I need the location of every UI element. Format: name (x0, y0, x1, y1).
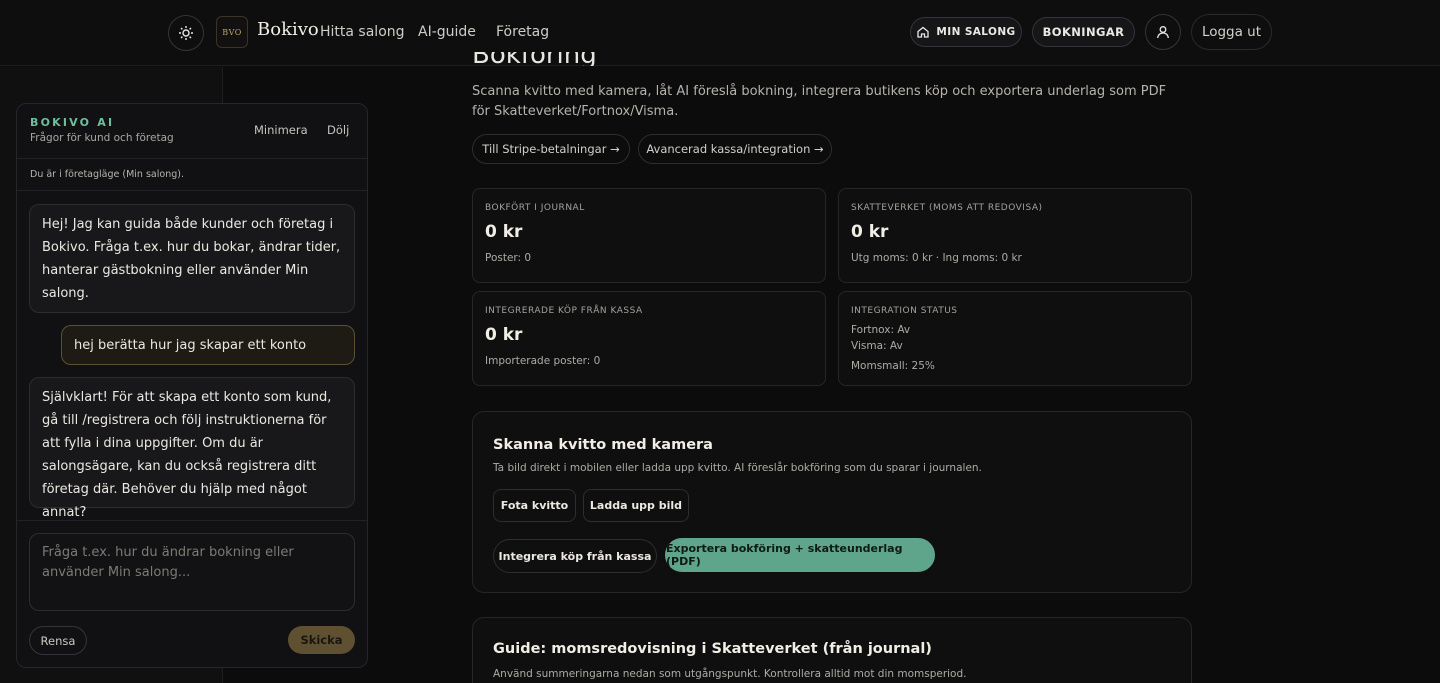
chat-message-user: hej berätta hur jag skapar ett konto (61, 325, 355, 365)
my-salon-label: MIN SALONG (936, 26, 1016, 38)
nav-ai-guide[interactable]: AI-guide (418, 24, 476, 40)
integration-visma: Visma: Av (851, 340, 903, 352)
chat-message-bot: Självklart! För att skapa ett konto som … (29, 377, 355, 520)
scan-receipt-panel: Skanna kvitto med kamera Ta bild direkt … (472, 411, 1192, 593)
stat-label: INTEGRATION STATUS (851, 306, 958, 316)
chat-header: BOKIVO AI Frågor för kund och företag Mi… (17, 104, 367, 159)
my-salon-button[interactable]: MIN SALONG (910, 17, 1022, 47)
profile-button[interactable] (1145, 14, 1181, 50)
brand-logo[interactable]: BVO (216, 16, 248, 48)
chat-minimize-button[interactable]: Minimera (254, 123, 308, 137)
export-pdf-button[interactable]: Exportera bokföring + skatteunderlag (PD… (665, 538, 935, 572)
panel-title: Skanna kvitto med kamera (493, 437, 713, 453)
vat-guide-panel: Guide: momsredovisning i Skatteverket (f… (472, 617, 1192, 683)
photo-receipt-button[interactable]: Fota kvitto (493, 489, 576, 522)
stat-card-pos-purchases: INTEGRERADE KÖP FRÅN KASSA 0 kr Importer… (472, 291, 826, 386)
brand-name[interactable]: Bokivo (257, 19, 319, 40)
sun-icon (179, 26, 193, 40)
chat-subtitle: Frågor för kund och företag (30, 132, 174, 144)
top-header: BVO Bokivo Hitta salong AI-guide Företag… (0, 0, 1440, 66)
nav-foretag[interactable]: Företag (496, 24, 549, 40)
stat-value: 0 kr (851, 222, 889, 242)
user-icon (1157, 26, 1169, 39)
bookings-button[interactable]: BOKNINGAR (1032, 17, 1135, 47)
ai-chat-panel: BOKIVO AI Frågor för kund och företag Mi… (16, 103, 368, 668)
stripe-payments-link[interactable]: Till Stripe-betalningar → (472, 134, 630, 164)
stat-value: 0 kr (485, 222, 523, 242)
upload-image-button[interactable]: Ladda upp bild (583, 489, 689, 522)
stat-value: 0 kr (485, 325, 523, 345)
stat-label: INTEGRERADE KÖP FRÅN KASSA (485, 306, 643, 316)
stat-card-skatteverket: SKATTEVERKET (MOMS ATT REDOVISA) 0 kr Ut… (838, 188, 1192, 283)
nav-hitta-salong[interactable]: Hitta salong (320, 24, 405, 40)
advanced-pos-link[interactable]: Avancerad kassa/integration → (638, 134, 832, 164)
chat-mode-notice: Du är i företagläge (Min salong). (17, 159, 367, 191)
stat-label: BOKFÖRT I JOURNAL (485, 203, 585, 213)
page-intro: Scanna kvitto med kamera, låt AI föreslå… (472, 84, 1167, 119)
logout-button[interactable]: Logga ut (1191, 14, 1272, 50)
chat-title: BOKIVO AI (30, 116, 115, 129)
chat-divider (17, 520, 367, 521)
integration-vat-template: Momsmall: 25% (851, 360, 935, 372)
integrate-pos-button[interactable]: Integrera köp från kassa (493, 539, 657, 573)
stat-note: Poster: 0 (485, 252, 532, 264)
panel-description: Använd summeringarna nedan som utgångspu… (493, 668, 967, 680)
chat-send-button[interactable]: Skicka (288, 626, 355, 654)
panel-description: Ta bild direkt i mobilen eller ladda upp… (493, 462, 982, 474)
chat-input[interactable]: Fråga t.ex. hur du ändrar bokning eller … (29, 533, 355, 611)
panel-title: Guide: momsredovisning i Skatteverket (f… (493, 641, 932, 657)
home-icon (917, 26, 930, 38)
stat-note: Importerade poster: 0 (485, 355, 601, 367)
stat-card-journal: BOKFÖRT I JOURNAL 0 kr Poster: 0 (472, 188, 826, 283)
chat-message-bot: Hej! Jag kan guida både kunder och föret… (29, 204, 355, 313)
stat-label: SKATTEVERKET (MOMS ATT REDOVISA) (851, 203, 1043, 213)
stat-card-integration: INTEGRATION STATUS Fortnox: Av Visma: Av… (838, 291, 1192, 386)
theme-toggle-button[interactable] (168, 15, 204, 51)
stat-note: Utg moms: 0 kr · Ing moms: 0 kr (851, 252, 1022, 264)
chat-hide-button[interactable]: Dölj (327, 123, 349, 137)
chat-clear-button[interactable]: Rensa (29, 626, 87, 655)
integration-fortnox: Fortnox: Av (851, 324, 911, 336)
